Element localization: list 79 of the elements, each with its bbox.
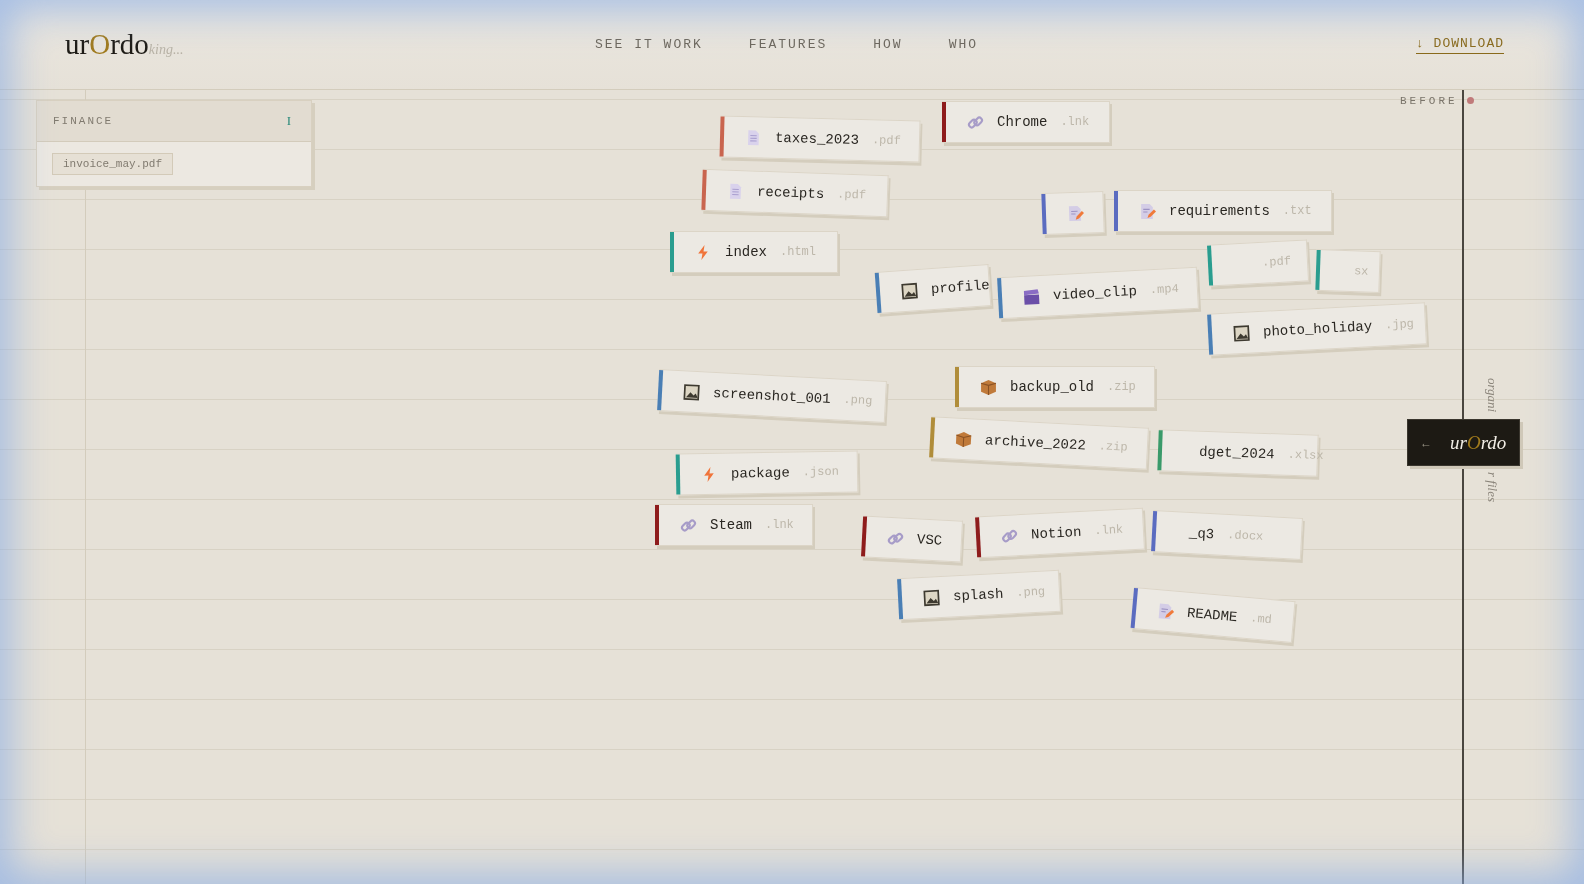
marker-dot xyxy=(1467,97,1474,104)
file-name: Steam xyxy=(710,517,752,533)
file-card[interactable]: requirements .txt xyxy=(1114,190,1332,232)
file-card[interactable]: photo_holiday .jpg xyxy=(1207,302,1427,356)
file-extension: .mp4 xyxy=(1149,281,1180,298)
note-pencil-icon xyxy=(1066,204,1085,222)
file-card[interactable]: _q3 .docx xyxy=(1151,510,1303,560)
file-name: taxes_2023 xyxy=(774,129,860,148)
file-name: backup_old xyxy=(1010,379,1094,395)
file-name: package xyxy=(730,464,790,482)
file-name: index xyxy=(725,244,767,260)
picture-frame-icon xyxy=(1232,324,1251,342)
file-extension: .lnk xyxy=(1060,115,1090,129)
file-name: video_clip xyxy=(1052,282,1138,304)
file-name: README xyxy=(1186,604,1239,626)
clapperboard-icon xyxy=(1022,287,1041,306)
package-icon xyxy=(980,378,997,396)
nav-link[interactable]: SEE IT WORK xyxy=(595,37,703,52)
file-extension: .lnk xyxy=(1094,522,1124,539)
file-card[interactable] xyxy=(1041,190,1105,236)
logo[interactable]: urOrdo xyxy=(65,28,149,61)
file-card[interactable]: Chrome .lnk xyxy=(942,101,1110,143)
file-name: archive_2022 xyxy=(984,432,1087,454)
link-icon xyxy=(967,113,984,131)
file-card[interactable]: taxes_2023 .pdf xyxy=(719,115,921,163)
file-extension: .txt xyxy=(1282,204,1312,218)
file-card[interactable]: receipts .pdf xyxy=(701,168,889,218)
package-icon xyxy=(954,430,973,448)
file-extension: .pdf xyxy=(871,133,901,149)
side-text: organi xyxy=(1484,378,1500,413)
before-label: BEFORE xyxy=(1400,95,1458,107)
file-card[interactable]: VSC xyxy=(860,515,964,563)
file-card[interactable]: Notion .lnk xyxy=(975,507,1145,559)
file-extension: .jpg xyxy=(1384,316,1415,333)
file-extension: .png xyxy=(843,392,873,409)
file-name: Chrome xyxy=(997,114,1048,130)
file-name: splash xyxy=(952,585,1004,605)
file-name: requirements xyxy=(1169,203,1270,219)
file-card[interactable]: screenshot_001 .png xyxy=(657,369,887,423)
link-icon xyxy=(680,516,697,534)
file-card[interactable]: index .html xyxy=(670,231,838,273)
file-card[interactable]: Steam .lnk xyxy=(655,504,813,546)
note-pencil-icon xyxy=(1139,202,1156,220)
file-name: Notion xyxy=(1030,523,1082,543)
file-name: profile xyxy=(930,277,991,298)
file-extension: sx xyxy=(1353,264,1369,279)
nav-link[interactable]: HOW xyxy=(873,37,903,52)
note-pencil-icon xyxy=(1156,601,1175,621)
file-name: receipts xyxy=(756,183,825,202)
file-card[interactable]: splash .png xyxy=(897,569,1061,621)
file-extension: .html xyxy=(780,245,817,259)
download-link[interactable]: ↓ DOWNLOAD xyxy=(1416,35,1504,54)
file-extension: .json xyxy=(802,464,839,480)
file-name: _q3 xyxy=(1188,525,1215,543)
file-extension: .pdf xyxy=(836,187,867,203)
brand-badge[interactable]: ← urOrdo xyxy=(1407,419,1520,466)
file-extension: .md xyxy=(1249,611,1273,628)
nav-link[interactable]: WHO xyxy=(948,37,979,52)
file-name: VSC xyxy=(916,531,943,549)
file-extension: .png xyxy=(1016,584,1046,601)
file-extension: .pdf xyxy=(1261,254,1292,270)
file-name: screenshot_001 xyxy=(712,384,831,408)
side-text: r files xyxy=(1484,472,1500,502)
file-card[interactable]: video_clip .mp4 xyxy=(997,266,1199,320)
folder-title: FINANCE xyxy=(53,115,114,127)
picture-frame-icon xyxy=(922,588,941,607)
file-card[interactable]: profile xyxy=(874,264,992,314)
picture-frame-icon xyxy=(682,382,701,401)
file-card[interactable]: backup_old .zip xyxy=(955,366,1155,408)
nav-link[interactable]: FEATURES xyxy=(748,37,828,52)
picture-frame-icon xyxy=(900,281,919,300)
file-card[interactable]: package .json xyxy=(675,450,859,496)
file-extension: .docx xyxy=(1226,528,1264,544)
file-extension: .zip xyxy=(1107,380,1136,394)
file-name: dget_2024 xyxy=(1198,443,1275,463)
file-name: photo_holiday xyxy=(1262,318,1373,340)
text-cursor: I xyxy=(286,113,291,129)
file-card[interactable]: README .md xyxy=(1130,587,1296,643)
file-extension: .lnk xyxy=(765,518,794,532)
